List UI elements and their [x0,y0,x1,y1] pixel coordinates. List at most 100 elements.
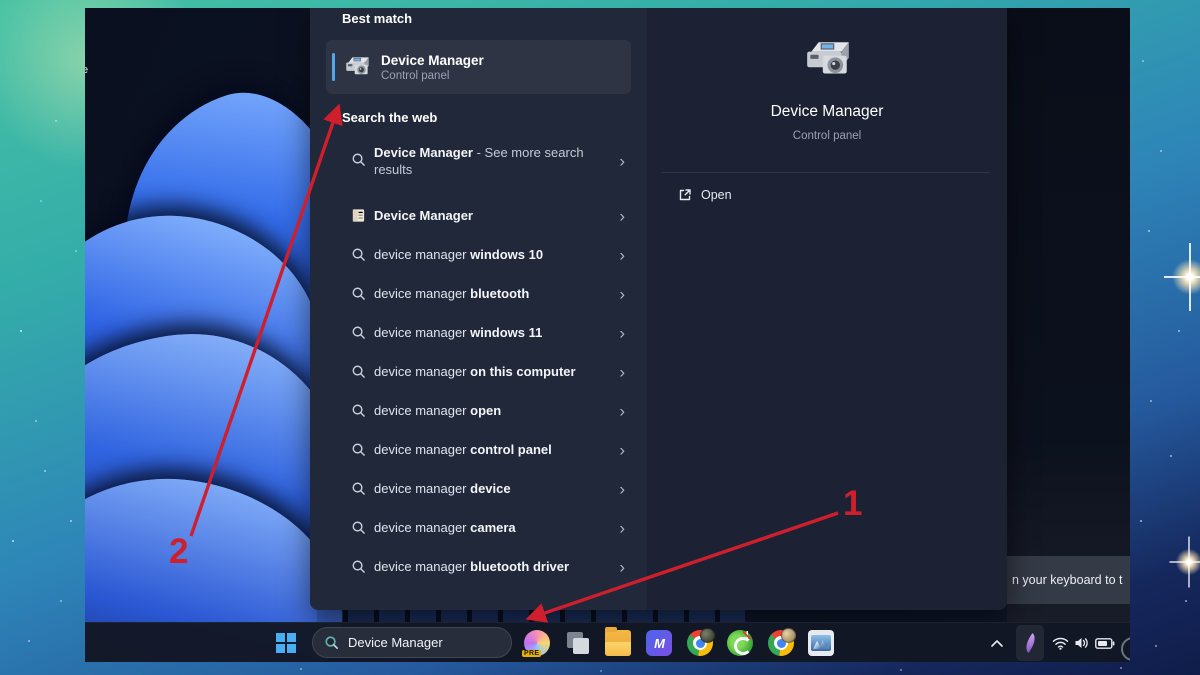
search-the-web-header: Search the web [342,110,647,125]
start-search-panel: Best match Devi [310,8,1007,610]
web-search-row-text: device manager on this computer [374,363,606,380]
web-search-row-text: Device Manager - See more search results [374,144,606,178]
green-browser-icon [727,630,753,656]
wifi-button[interactable] [1048,625,1072,661]
copilot-button[interactable]: PRE [519,625,555,661]
clipped-tray-icon [1121,637,1130,661]
best-match-result[interactable]: Device Manager Control panel [326,40,631,94]
best-match-subtitle: Control panel [381,69,484,83]
pen-feather-icon [1021,633,1039,653]
chevron-right-icon[interactable]: › [619,363,625,380]
m-app-button[interactable]: M [641,625,677,661]
battery-icon [1095,638,1115,649]
windows-logo-icon [276,633,296,653]
chrome-profile2-button[interactable] [763,625,799,661]
web-search-row-text: device manager bluetooth [374,285,606,302]
bright-star [1172,259,1200,295]
media-app-button[interactable] [803,625,839,661]
chevron-right-icon[interactable]: › [619,246,625,263]
file-explorer-button[interactable] [600,625,636,661]
profile-avatar-badge [781,628,796,643]
chevron-right-icon[interactable]: › [619,480,625,497]
best-match-header: Best match [342,11,647,26]
chevron-right-icon[interactable]: › [619,519,625,536]
chevron-right-icon[interactable]: › [619,402,625,419]
start-button[interactable] [268,625,304,661]
m-app-icon: M [646,630,672,656]
web-search-row[interactable]: device manager windows 10 › [310,235,647,274]
web-search-row[interactable]: device manager windows 11 › [310,313,647,352]
web-search-row[interactable]: Device Manager › [310,196,647,235]
web-search-row[interactable]: device manager bluetooth › [310,274,647,313]
task-view-button[interactable] [560,625,596,661]
profile-avatar-badge [700,628,715,643]
web-search-row[interactable]: device manager control panel › [310,430,647,469]
search-glyph-icon [351,325,366,340]
speaker-icon [1074,636,1090,650]
folder-icon [605,630,631,656]
search-glyph-icon [351,481,366,496]
cropped-edge-text: e [85,64,88,76]
tooltip-text: n your keyboard to t [1012,573,1122,587]
taskbar-search-box[interactable]: Device Manager [312,627,512,658]
device-manager-icon-large [803,36,853,86]
battery-button[interactable] [1092,625,1118,661]
result-detail-column: Device Manager Control panel Open [647,8,1007,610]
web-search-row-text: device manager open [374,402,606,419]
web-search-row[interactable]: device manager camera › [310,508,647,547]
chevron-right-icon[interactable]: › [619,153,625,170]
search-results-column: Best match Devi [310,8,647,610]
search-icon [324,635,339,650]
web-search-row-text: device manager windows 10 [374,246,606,263]
best-match-text: Device Manager Control panel [381,52,484,83]
green-browser-button[interactable] [722,625,758,661]
web-search-row-text: Device Manager [374,207,606,224]
open-label: Open [701,188,732,202]
pen-menu-button[interactable] [1016,625,1044,661]
taskbar-search-value: Device Manager [348,635,443,650]
open-action[interactable]: Open [678,188,732,202]
copilot-icon: PRE [524,630,550,656]
search-glyph-icon [351,442,366,457]
search-glyph-icon [351,403,366,418]
best-match-title: Device Manager [381,52,484,69]
search-glyph-icon [351,364,366,379]
chevron-right-icon[interactable]: › [619,285,625,302]
annotated-screenshot: e n your keyboard to t Best match [0,0,1200,675]
search-glyph-icon [351,286,366,301]
chevron-right-icon[interactable]: › [619,441,625,458]
web-search-row[interactable]: device manager device › [310,469,647,508]
cropped-tooltip: n your keyboard to t [1007,556,1130,604]
chevron-right-icon[interactable]: › [619,324,625,341]
app-glyph-icon [351,208,366,223]
volume-button[interactable] [1070,625,1094,661]
star-speckles [0,0,2,2]
media-app-icon [808,630,834,656]
search-glyph-icon [351,520,366,535]
web-search-row[interactable]: device manager bluetooth driver › [310,547,647,586]
wifi-icon [1052,637,1069,650]
background-window-area [1007,8,1130,622]
web-search-row[interactable]: device manager on this computer › [310,352,647,391]
tray-overflow-button[interactable] [985,625,1009,661]
chevron-up-icon [991,640,1003,647]
search-glyph-icon [351,247,366,262]
chrome-profile1-button[interactable] [682,625,718,661]
open-external-icon [678,188,692,202]
chevron-right-icon[interactable]: › [619,207,625,224]
bright-star [1176,549,1200,576]
chevron-right-icon[interactable]: › [619,558,625,575]
web-search-row-text: device manager control panel [374,441,606,458]
web-search-row[interactable]: device manager open › [310,391,647,430]
web-search-row-text: device manager bluetooth driver [374,558,606,575]
web-search-row[interactable]: Device Manager - See more search results… [310,141,647,196]
detail-title: Device Manager [647,103,1007,121]
detail-divider [662,172,990,173]
web-search-row-text: device manager device [374,480,606,497]
device-manager-icon [344,54,371,81]
search-glyph-icon [351,152,366,167]
web-search-row-text: device manager camera [374,519,606,536]
detail-subtitle: Control panel [647,130,1007,142]
search-glyph-icon [351,559,366,574]
inner-windows-screenshot: e n your keyboard to t Best match [85,8,1130,662]
